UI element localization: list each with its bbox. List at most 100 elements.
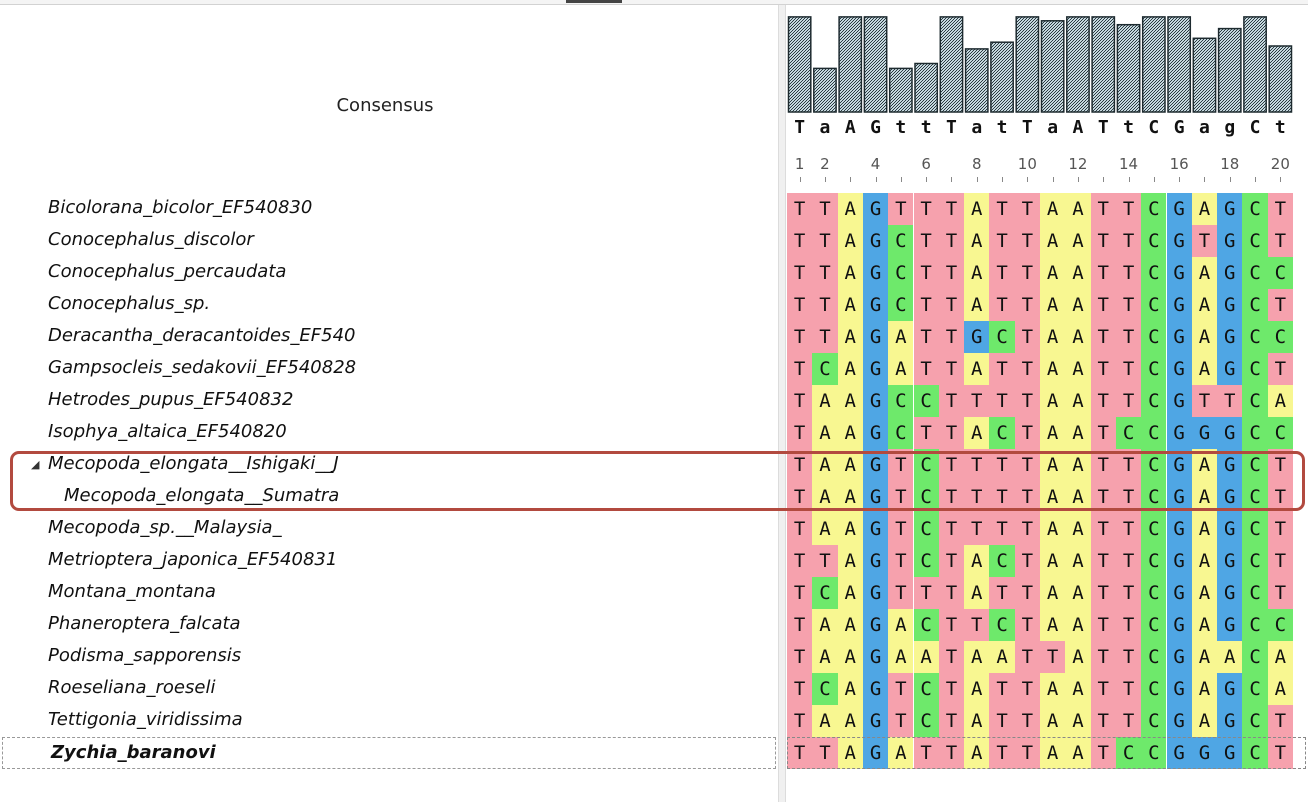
base-cell[interactable]: G [1166,481,1192,513]
base-cell[interactable]: A [964,673,990,705]
alignment-row[interactable]: TAAGTCTATTAATTCGAGCT [787,705,1308,737]
base-cell[interactable]: A [1267,673,1293,705]
base-cell[interactable]: A [1191,289,1218,321]
base-cell[interactable]: T [1115,673,1142,705]
base-cell[interactable]: T [938,225,965,257]
base-cell[interactable]: T [938,481,965,513]
base-cell[interactable]: T [938,353,965,385]
base-cell[interactable]: G [1166,705,1192,737]
base-cell[interactable]: T [1115,577,1142,609]
base-cell[interactable]: C [913,705,939,737]
base-cell[interactable]: G [862,417,889,449]
base-cell[interactable]: G [862,449,889,481]
base-cell[interactable]: G [862,225,889,257]
base-cell[interactable]: A [964,641,990,673]
base-cell[interactable]: T [1115,257,1142,289]
alignment-row[interactable]: TTAGCTTATTAATTCGAGCC [787,257,1308,289]
base-cell[interactable]: A [837,385,863,417]
base-cell[interactable]: A [1191,321,1218,353]
sequence-name-row[interactable]: Bicolorana_bicolor_EF540830 [0,193,778,225]
base-cell[interactable]: C [1242,577,1268,609]
base-cell[interactable]: T [1014,321,1040,353]
base-cell[interactable]: T [1014,609,1040,641]
base-cell[interactable]: T [1267,353,1293,385]
base-cell[interactable]: G [1166,545,1192,577]
base-cell[interactable]: A [1065,545,1091,577]
base-cell[interactable]: A [1040,193,1066,225]
base-cell[interactable]: T [1014,449,1040,481]
base-cell[interactable]: C [1141,289,1167,321]
base-cell[interactable]: A [1191,545,1218,577]
base-cell[interactable]: T [1217,385,1243,417]
sequence-name-row[interactable]: Phaneroptera_falcata [0,609,778,641]
base-cell[interactable]: C [812,673,838,705]
base-cell[interactable]: C [1242,353,1268,385]
base-cell[interactable]: A [964,705,990,737]
base-cell[interactable]: T [1014,481,1040,513]
base-cell[interactable]: G [862,609,889,641]
base-cell[interactable]: T [1014,193,1040,225]
base-cell[interactable]: T [1014,577,1040,609]
base-cell[interactable]: A [964,545,990,577]
alignment-row[interactable]: TCAGATTATTAATTCGAGCT [787,353,1308,385]
base-cell[interactable]: T [787,513,813,545]
base-cell[interactable]: A [1040,481,1066,513]
base-cell[interactable]: T [989,225,1015,257]
base-cell[interactable]: T [938,417,965,449]
base-cell[interactable]: A [1065,609,1091,641]
base-cell[interactable]: A [1040,225,1066,257]
base-cell[interactable]: C [1141,257,1167,289]
base-cell[interactable]: G [862,481,889,513]
base-cell[interactable]: G [1217,417,1243,449]
base-cell[interactable]: A [1065,193,1091,225]
base-cell[interactable]: T [938,673,965,705]
base-cell[interactable]: C [1242,609,1268,641]
base-cell[interactable]: G [1217,577,1243,609]
base-cell[interactable]: T [989,385,1015,417]
base-cell[interactable]: G [1166,673,1192,705]
base-cell[interactable]: A [1065,673,1091,705]
alignment-row[interactable]: TAAGTCTTTTAATTCGAGCT [787,513,1308,545]
base-cell[interactable]: C [1141,609,1167,641]
alignment-row[interactable]: TTAGTTTATTAATTCGAGCT [787,193,1308,225]
base-cell[interactable]: T [938,385,965,417]
base-cell[interactable]: G [1166,609,1192,641]
base-cell[interactable]: T [888,673,914,705]
alignment-row[interactable]: TAAGACTTCTAATTCGAGCC [787,609,1308,641]
base-cell[interactable]: C [989,545,1015,577]
base-cell[interactable]: T [938,449,965,481]
base-cell[interactable]: T [1014,385,1040,417]
sequence-name-row[interactable]: Zychia_baranovi [2,737,776,769]
base-cell[interactable]: A [888,609,914,641]
base-cell[interactable]: A [1191,481,1218,513]
base-cell[interactable]: G [1217,321,1243,353]
base-cell[interactable]: G [862,193,889,225]
base-cell[interactable]: T [913,193,939,225]
base-cell[interactable]: A [1040,609,1066,641]
collapse-triangle-icon[interactable]: ◢ [31,458,39,471]
base-cell[interactable]: A [1065,449,1091,481]
base-cell[interactable]: A [888,641,914,673]
alignment-row[interactable]: TAAGAATAATTATTCGAACA [787,641,1308,673]
base-cell[interactable]: A [837,225,863,257]
base-cell[interactable]: T [787,673,813,705]
base-cell[interactable]: C [1141,449,1167,481]
base-cell[interactable]: A [1040,705,1066,737]
base-cell[interactable]: G [1166,257,1192,289]
base-cell[interactable]: G [1166,513,1192,545]
base-cell[interactable]: C [1267,417,1293,449]
base-cell[interactable]: C [1242,705,1268,737]
base-cell[interactable]: A [837,577,863,609]
base-cell[interactable]: T [888,577,914,609]
base-cell[interactable]: T [913,353,939,385]
base-cell[interactable]: C [1267,609,1293,641]
base-cell[interactable]: T [938,609,965,641]
base-cell[interactable]: T [1115,225,1142,257]
base-cell[interactable]: A [1040,353,1066,385]
base-cell[interactable]: A [1191,609,1218,641]
base-cell[interactable]: T [1267,193,1293,225]
base-cell[interactable]: A [989,641,1015,673]
base-cell[interactable]: A [1065,481,1091,513]
base-cell[interactable]: T [1090,321,1116,353]
base-cell[interactable]: T [1090,289,1116,321]
